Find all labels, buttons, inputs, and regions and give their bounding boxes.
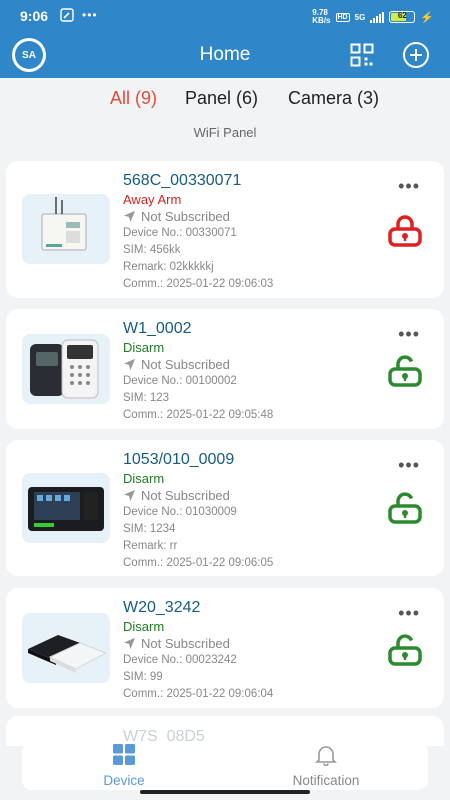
device-info: W1_0002 Disarm Not Subscribed Device No.… <box>123 319 273 424</box>
status-bar: 9:06 ••• 9.78 KB/s HD 5G 62 ⚡ <box>0 0 450 32</box>
device-remark: Remark: 02kkkkkj <box>123 261 214 273</box>
device-image <box>22 473 110 543</box>
add-device-button[interactable] <box>402 41 430 69</box>
qr-grid-icon <box>350 43 374 67</box>
device-remark: Remark: rr <box>123 540 178 552</box>
more-notifications-icon: ••• <box>82 8 98 22</box>
device-number: Device No.: 00100002 <box>123 375 237 387</box>
plus-circle-icon <box>403 42 429 68</box>
device-info: 568C_00330071 Away Arm Not Subscribed De… <box>123 171 273 293</box>
device-card[interactable]: 1053/010_0009 Disarm Not Subscribed Devi… <box>6 440 444 576</box>
send-icon <box>123 637 136 650</box>
send-icon <box>123 489 136 502</box>
device-sim: SIM: 123 <box>123 392 170 404</box>
more-options-button[interactable]: ••• <box>398 177 420 195</box>
device-info: 1053/010_0009 Disarm Not Subscribed Devi… <box>123 450 273 572</box>
arm-toggle-button[interactable] <box>388 492 422 524</box>
section-title: WiFi Panel <box>193 125 257 140</box>
send-icon <box>123 210 136 223</box>
device-state: Disarm <box>123 471 165 486</box>
device-sim: SIM: 456kk <box>123 244 181 256</box>
hd-icon: HD <box>335 12 350 22</box>
device-name: 568C_00330071 <box>123 172 242 189</box>
device-state: Disarm <box>123 340 165 355</box>
device-number: Device No.: 00023242 <box>123 654 237 666</box>
device-filter-tabs: All (9) Panel (6) Camera (3) <box>0 88 450 112</box>
subscription-status: Not Subscribed <box>123 635 273 652</box>
nav-notification[interactable]: Notification <box>266 744 386 788</box>
device-state: Away Arm <box>123 192 182 207</box>
device-comm-time: Comm.: 2025-01-22 09:05:48 <box>123 409 274 421</box>
device-card[interactable]: W1_0002 Disarm Not Subscribed Device No.… <box>6 309 444 429</box>
more-options-button[interactable]: ••• <box>398 456 420 474</box>
status-right-icons: 9.78 KB/s HD 5G 62 ⚡ <box>312 9 434 25</box>
top-bar: 9:06 ••• 9.78 KB/s HD 5G 62 ⚡ SA Home <box>0 0 450 78</box>
page-title: Home <box>199 44 251 65</box>
network-speed: 9.78 KB/s <box>312 8 331 25</box>
arm-toggle-button[interactable] <box>388 355 422 387</box>
wrench-icon <box>60 8 74 25</box>
device-name: W1_0002 <box>123 320 192 337</box>
app-bar: SA Home <box>0 32 450 78</box>
device-image <box>22 334 110 404</box>
bottom-navigation: Device Notification <box>22 742 428 790</box>
device-info: W20_3242 Disarm Not Subscribed Device No… <box>123 598 273 703</box>
device-card[interactable]: W20_3242 Disarm Not Subscribed Device No… <box>6 588 444 708</box>
device-name: W20_3242 <box>123 599 201 616</box>
arm-toggle-button[interactable] <box>388 215 422 247</box>
device-card[interactable]: 568C_00330071 Away Arm Not Subscribed De… <box>6 161 444 298</box>
more-options-button[interactable]: ••• <box>398 325 420 343</box>
subscription-status: Not Subscribed <box>123 356 273 373</box>
lock-closed-icon <box>388 215 422 247</box>
more-options-button[interactable]: ••• <box>398 604 420 622</box>
lock-open-icon <box>388 634 422 666</box>
lock-open-icon <box>388 355 422 387</box>
device-name: 1053/010_0009 <box>123 451 235 468</box>
status-time: 9:06 <box>20 8 49 24</box>
device-state: Disarm <box>123 619 165 634</box>
device-image <box>22 194 110 264</box>
subscription-status: Not Subscribed <box>123 487 273 504</box>
device-comm-time: Comm.: 2025-01-22 09:06:04 <box>123 688 274 700</box>
charging-icon: ⚡ <box>420 11 434 24</box>
tab-all[interactable]: All (9) <box>110 88 157 109</box>
arm-toggle-button[interactable] <box>388 634 422 666</box>
device-sim: SIM: 1234 <box>123 523 176 535</box>
device-comm-time: Comm.: 2025-01-22 09:06:03 <box>123 278 274 290</box>
device-number: Device No.: 01030009 <box>123 506 237 518</box>
tab-camera[interactable]: Camera (3) <box>288 88 379 109</box>
battery-icon: 62 <box>389 11 416 23</box>
device-image <box>22 613 110 683</box>
subscription-status: Not Subscribed <box>123 208 273 225</box>
nav-device[interactable]: Device <box>64 744 184 788</box>
grid-icon <box>113 744 135 765</box>
lock-open-icon <box>388 492 422 524</box>
device-sim: SIM: 99 <box>123 671 163 683</box>
device-comm-time: Comm.: 2025-01-22 09:06:05 <box>123 557 274 569</box>
bell-icon <box>315 746 337 767</box>
nav-notification-label: Notification <box>292 773 360 788</box>
status-notification-icons: ••• <box>60 8 98 25</box>
home-indicator[interactable] <box>140 790 310 794</box>
send-icon <box>123 358 136 371</box>
tab-panel[interactable]: Panel (6) <box>185 88 258 109</box>
device-number: Device No.: 00330071 <box>123 227 237 239</box>
signal-icon <box>370 11 385 23</box>
nav-device-label: Device <box>103 773 145 788</box>
network-type: 5G <box>354 12 366 22</box>
qr-scan-button[interactable] <box>350 43 374 67</box>
